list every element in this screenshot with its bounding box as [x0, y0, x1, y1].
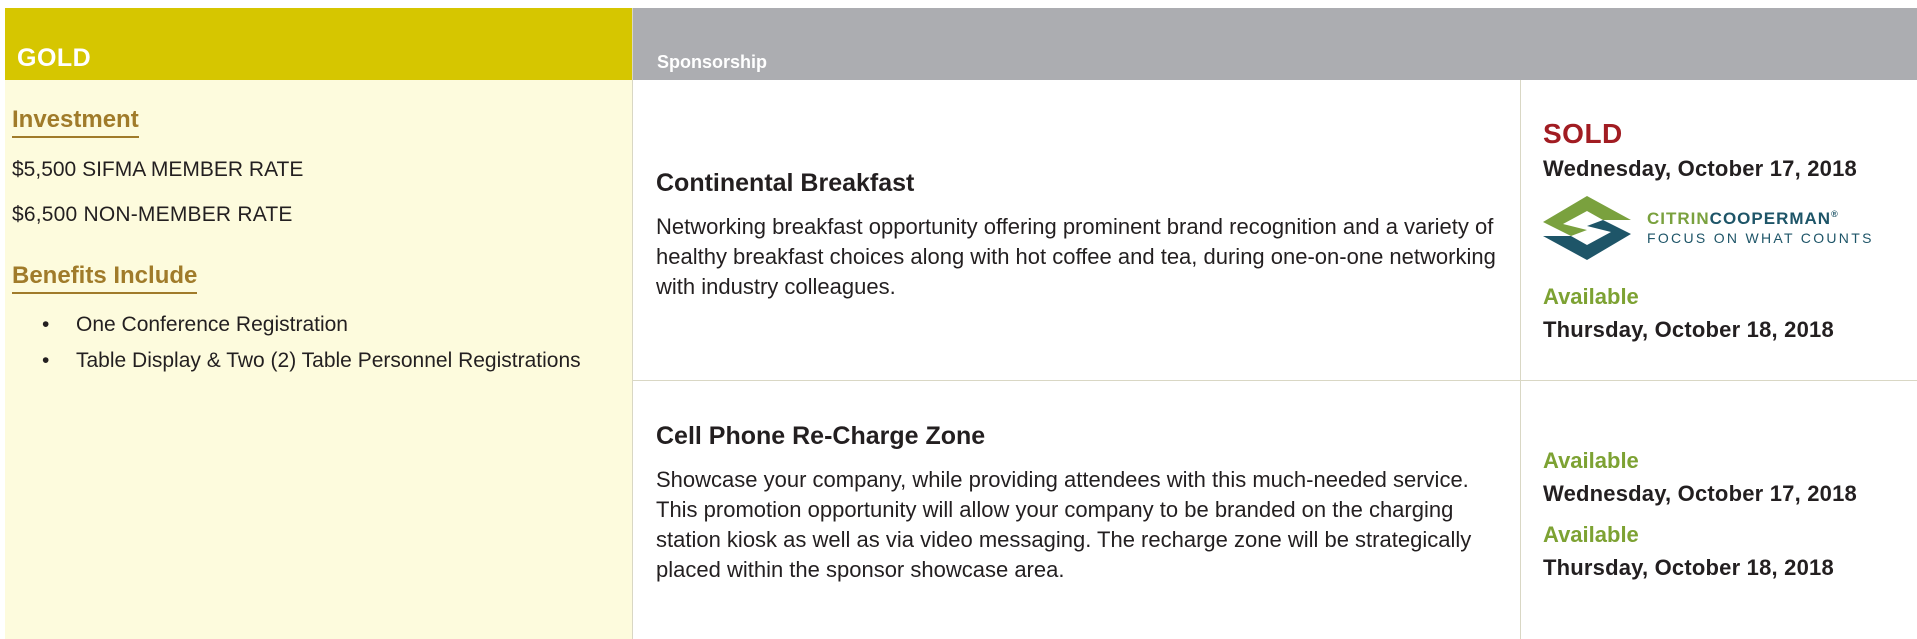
slot-date: Wednesday, October 17, 2018 [1543, 156, 1857, 181]
column-divider [1520, 80, 1521, 639]
sponsorship-description: Networking breakfast opportunity offerin… [656, 214, 1496, 299]
sponsorship-title: Cell Phone Re-Charge Zone [656, 422, 986, 450]
slot-status-sold: SOLD [1543, 118, 1623, 149]
non-member-rate: $6,500 NON-MEMBER RATE [12, 203, 293, 226]
sponsor-logo: CITRINCOOPERMAN® FOCUS ON WHAT COUNTS [1543, 196, 1908, 260]
tier-header: GOLD [5, 8, 632, 80]
benefit-text: Table Display & Two (2) Table Personnel … [76, 349, 581, 372]
slot-date: Wednesday, October 17, 2018 [1543, 481, 1857, 506]
citrin-cooperman-logo-icon [1543, 196, 1631, 260]
sponsorship-header-title: Sponsorship [657, 52, 768, 72]
top-margin [0, 0, 1917, 8]
investment-heading: Investment [12, 106, 139, 138]
slot-date: Thursday, October 18, 2018 [1543, 555, 1834, 580]
row-divider [633, 380, 1917, 381]
slot-status-available: Available [1543, 284, 1639, 309]
sponsor-logo-tagline: FOCUS ON WHAT COUNTS [1647, 230, 1874, 246]
slot-status-available: Available [1543, 522, 1639, 547]
benefit-item: • Table Display & Two (2) Table Personne… [12, 346, 602, 375]
bullet-icon: • [42, 349, 50, 372]
slot-status-available: Available [1543, 448, 1639, 473]
sponsorship-title: Continental Breakfast [656, 169, 915, 197]
benefits-heading: Benefits Include [12, 262, 198, 294]
sponsorship-description: Showcase your company, while providing a… [656, 467, 1472, 582]
benefit-text: One Conference Registration [76, 313, 348, 336]
benefit-item: • One Conference Registration [12, 310, 602, 339]
slot-date: Thursday, October 18, 2018 [1543, 317, 1834, 342]
benefits-list: • One Conference Registration • Table Di… [12, 310, 602, 382]
sponsor-logo-wordmark: CITRINCOOPERMAN® [1647, 209, 1839, 228]
bullet-icon: • [42, 313, 50, 336]
sponsorship-header: Sponsorship [633, 8, 1917, 80]
tier-title: GOLD [17, 44, 92, 72]
member-rate: $5,500 SIFMA MEMBER RATE [12, 158, 304, 181]
